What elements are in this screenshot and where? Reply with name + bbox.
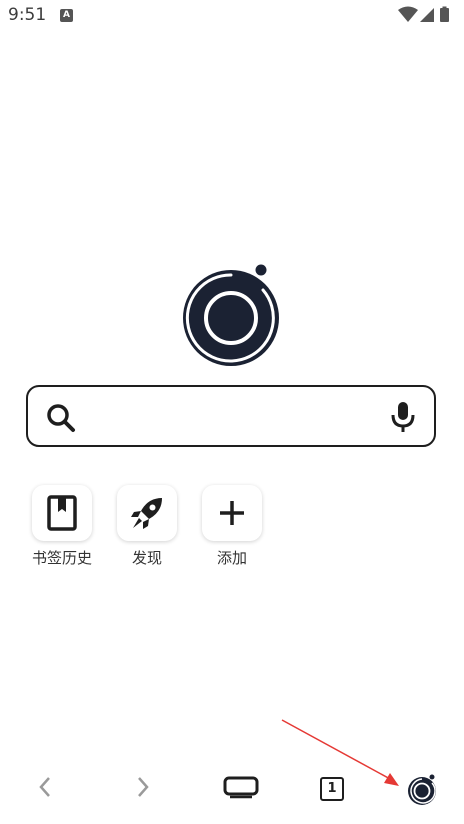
rocket-tile[interactable] (117, 485, 177, 541)
chevron-right-icon (138, 777, 149, 797)
chevron-left-icon (39, 777, 50, 797)
browser-logo (181, 264, 281, 368)
status-icons (396, 6, 456, 28)
wifi-icon (398, 6, 418, 22)
search-bar[interactable] (26, 385, 436, 447)
shortcut-bookmarks-history[interactable]: 书签历史 (22, 485, 102, 568)
home-logo-button[interactable] (404, 772, 440, 812)
signal-icon (420, 8, 434, 22)
shortcut-add[interactable]: 添加 (192, 485, 272, 568)
microphone-icon[interactable] (390, 400, 416, 438)
back-button[interactable] (36, 774, 54, 804)
tab-counter-button[interactable]: 1 (320, 777, 344, 801)
status-time: 9:51 (8, 5, 47, 25)
plus-icon (220, 501, 244, 525)
shortcut-label: 书签历史 (31, 549, 92, 567)
shortcut-label: 发现 (131, 549, 162, 567)
battery-icon (440, 6, 449, 22)
menu-button[interactable] (222, 774, 260, 804)
browser-logo-icon (408, 774, 436, 805)
search-icon[interactable] (45, 402, 77, 438)
forward-button[interactable] (134, 774, 152, 804)
shortcut-label: 添加 (216, 549, 247, 567)
bookmark-tile[interactable] (32, 485, 92, 541)
status-bar: 9:51 A (0, 0, 464, 32)
add-tile[interactable] (202, 485, 262, 541)
notification-a-icon: A (60, 9, 73, 22)
rocket-icon (131, 498, 162, 529)
bottom-navigation (0, 760, 464, 820)
bookmark-icon (47, 495, 77, 531)
shortcut-discover[interactable]: 发现 (107, 485, 187, 568)
window-icon (223, 776, 259, 799)
